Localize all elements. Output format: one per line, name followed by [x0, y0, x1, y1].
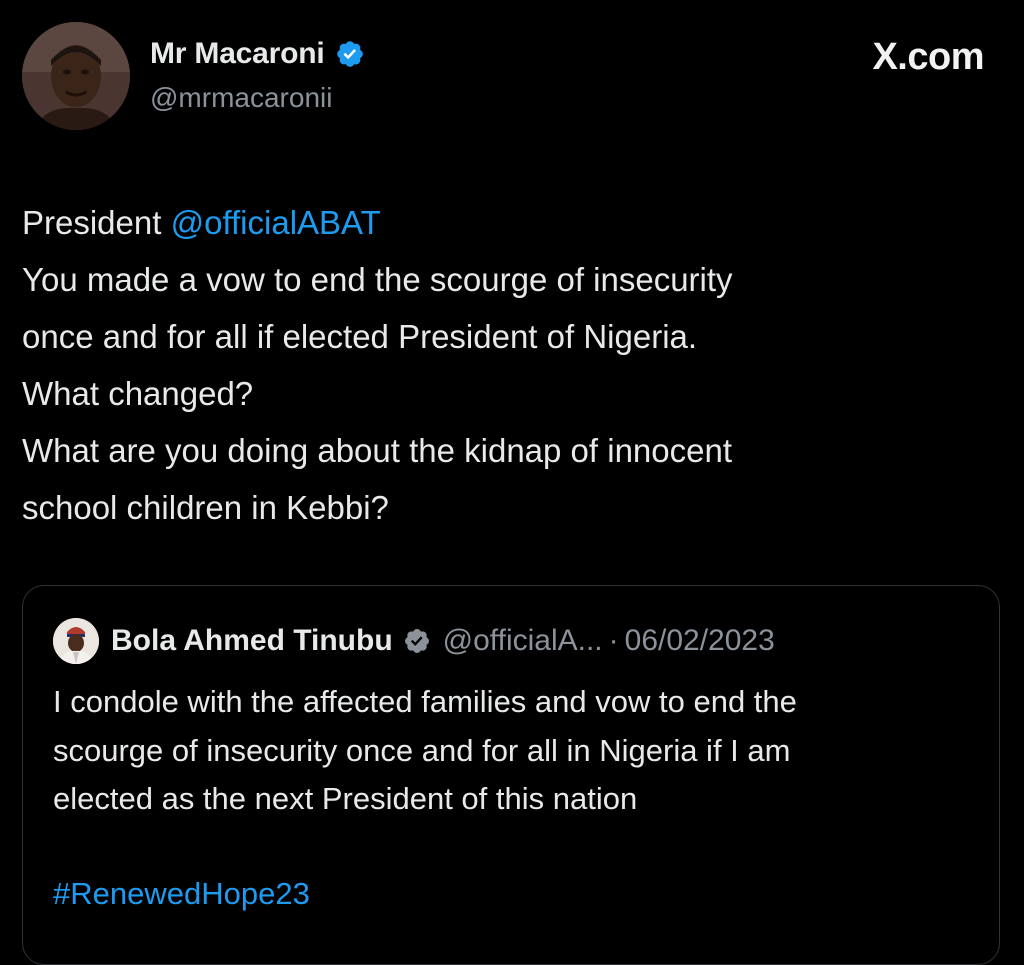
verified-badge-icon	[336, 41, 363, 67]
tweet-line: What are you doing about the kidnap of i…	[22, 432, 732, 469]
author-name-row: Mr Macaroni	[150, 34, 365, 74]
tweet-line: President @officialABAT	[22, 194, 1002, 251]
quoted-tweet-card[interactable]: Bola Ahmed Tinubu @officialA... · 06/02/…	[22, 585, 1000, 965]
tweet-line: You made a vow to end the scourge of ins…	[22, 261, 733, 298]
quoted-author-display-name[interactable]: Bola Ahmed Tinubu	[111, 624, 393, 658]
verified-badge-icon	[404, 629, 429, 653]
quoted-tweet-line: scourge of insecurity once and for all i…	[53, 732, 791, 768]
quoted-author-avatar[interactable]	[53, 618, 99, 664]
dot-separator: ·	[608, 624, 619, 657]
tweet-prefix: President	[22, 204, 171, 241]
author-display-name[interactable]: Mr Macaroni	[150, 37, 325, 71]
author-handle[interactable]: @mrmacaronii	[150, 82, 332, 114]
tweet-line: school children in Kebbi?	[22, 489, 389, 526]
quoted-tweet-hashtag-link[interactable]: #RenewedHope23	[53, 870, 310, 918]
brand-label: X.com	[872, 36, 984, 78]
profile-photo-icon	[53, 618, 99, 664]
profile-photo-icon	[22, 22, 130, 130]
quoted-author-handle[interactable]: @officialA...	[443, 624, 603, 658]
quoted-tweet-line: elected as the next President of this na…	[53, 781, 638, 816]
tweet-mention-link[interactable]: @officialABAT	[171, 204, 381, 241]
quoted-tweet-line: I condole with the affected families and…	[53, 684, 797, 719]
tweet-text: President @officialABAT You made a vow t…	[22, 194, 1002, 536]
quoted-tweet-text: I condole with the affected families and…	[53, 678, 983, 824]
author-avatar[interactable]	[22, 22, 130, 130]
tweet-line: What changed?	[22, 375, 254, 412]
quoted-tweet-date[interactable]: 06/02/2023	[625, 624, 775, 658]
tweet-line: once and for all if elected President of…	[22, 318, 698, 355]
quoted-tweet-header: Bola Ahmed Tinubu @officialA... · 06/02/…	[53, 618, 775, 664]
